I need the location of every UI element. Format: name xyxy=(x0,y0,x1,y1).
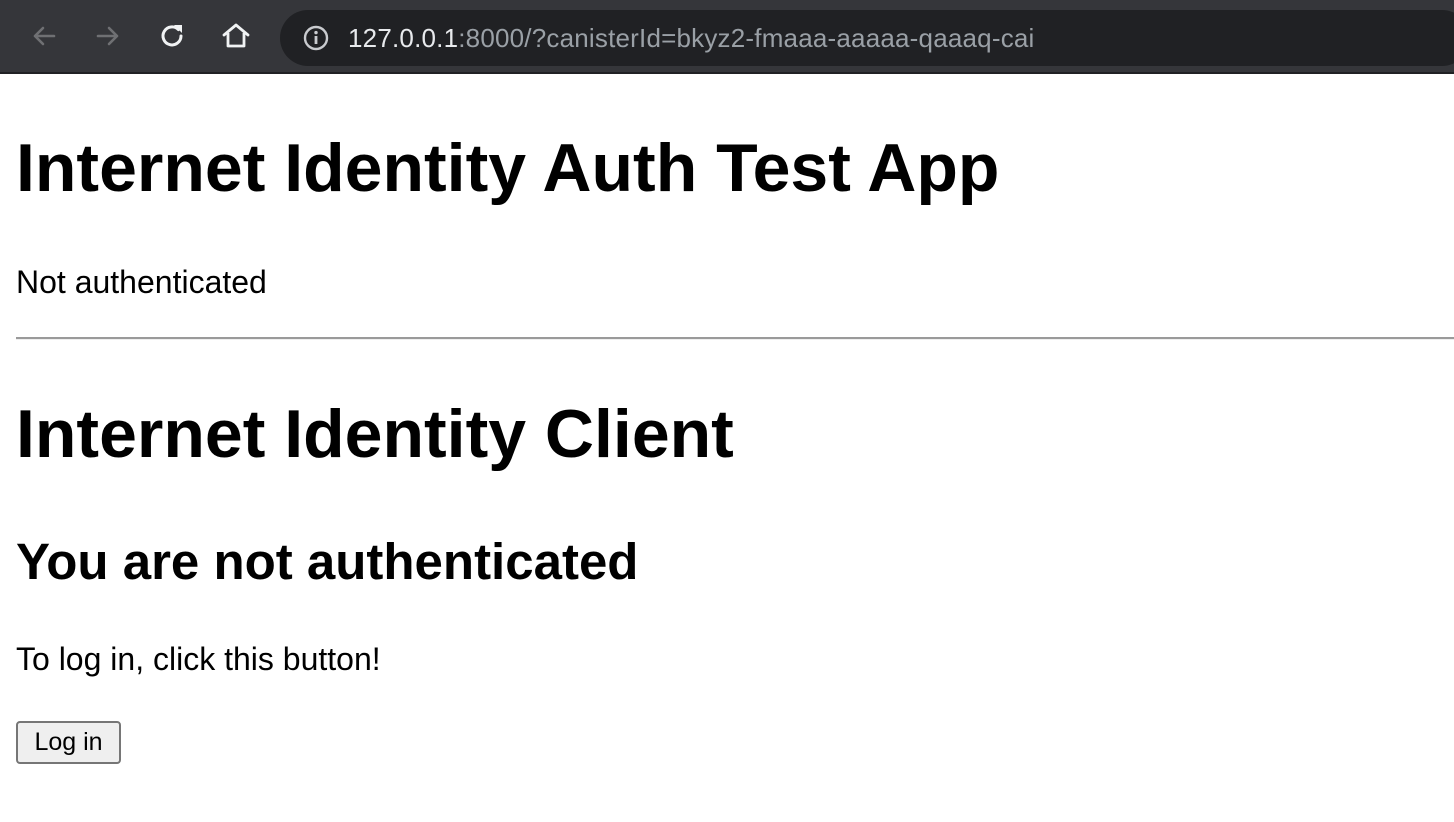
not-authenticated-heading: You are not authenticated xyxy=(16,533,639,590)
arrow-left-icon xyxy=(33,26,56,46)
reload-icon xyxy=(161,25,183,47)
url-path: :8000/?canisterId=bkyz2-fmaaa-aaaaa-qaaa… xyxy=(458,23,1035,53)
url-text[interactable]: 127.0.0.1:8000/?canisterId=bkyz2-fmaaa-a… xyxy=(348,10,1035,66)
home-button[interactable] xyxy=(218,18,254,54)
reload-button[interactable] xyxy=(154,18,190,54)
address-bar[interactable]: 127.0.0.1:8000/?canisterId=bkyz2-fmaaa-a… xyxy=(280,10,1454,66)
info-circle-icon[interactable] xyxy=(302,24,330,52)
forward-button[interactable] xyxy=(90,18,126,54)
app-title: Internet Identity Auth Test App xyxy=(16,130,1000,206)
auth-status-text: Not authenticated xyxy=(16,264,267,300)
back-button[interactable] xyxy=(26,18,62,54)
login-button[interactable]: Log in xyxy=(16,721,121,764)
home-icon xyxy=(222,23,250,48)
divider xyxy=(16,337,1454,340)
client-title: Internet Identity Client xyxy=(16,396,734,472)
arrow-right-icon xyxy=(96,26,119,46)
login-instructions: To log in, click this button! xyxy=(16,641,381,677)
url-host: 127.0.0.1 xyxy=(348,23,459,53)
browser-toolbar: 127.0.0.1:8000/?canisterId=bkyz2-fmaaa-a… xyxy=(0,0,1454,74)
